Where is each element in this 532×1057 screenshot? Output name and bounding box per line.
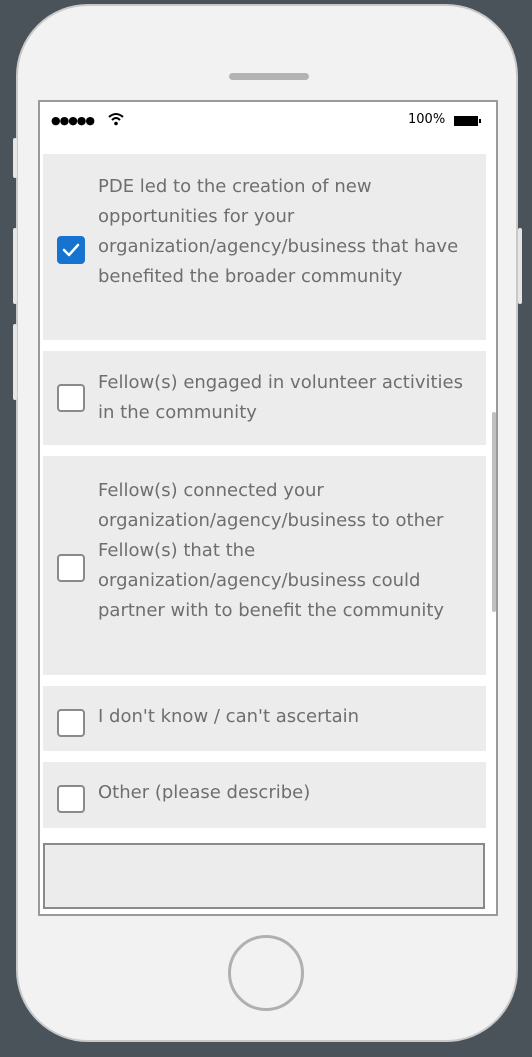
phone-screen: ●●●●● 100% PDE led to the creation of ne… — [38, 100, 498, 916]
wifi-icon — [108, 113, 124, 126]
option-dont-know[interactable]: I don't know / can't ascertain — [43, 686, 486, 751]
option-label: Other (please describe) — [98, 782, 311, 803]
option-label: Fellow(s) connected your organization/ag… — [98, 480, 445, 621]
power-button — [518, 228, 522, 304]
scrollbar-thumb[interactable] — [492, 412, 496, 612]
checkbox-checked[interactable] — [57, 236, 85, 264]
checkmark-icon — [62, 243, 80, 257]
speaker-grille — [229, 73, 309, 80]
signal-strength-icon: ●●●●● — [51, 114, 95, 127]
battery-percent: 100% — [408, 112, 446, 127]
other-description-input[interactable] — [43, 843, 485, 909]
option-new-opportunities[interactable]: PDE led to the creation of new opportuni… — [43, 154, 486, 340]
checkbox-unchecked[interactable] — [57, 709, 85, 737]
option-other[interactable]: Other (please describe) — [43, 762, 486, 828]
checkbox-unchecked[interactable] — [57, 785, 85, 813]
option-volunteer[interactable]: Fellow(s) engaged in volunteer activitie… — [43, 351, 486, 445]
checkbox-unchecked[interactable] — [57, 554, 85, 582]
volume-up-button — [13, 228, 17, 304]
phone-frame: ●●●●● 100% PDE led to the creation of ne… — [13, 4, 522, 1042]
option-label: I don't know / can't ascertain — [98, 706, 360, 727]
home-button[interactable] — [228, 935, 304, 1011]
battery-icon — [454, 116, 481, 126]
volume-down-button — [13, 324, 17, 400]
option-label: PDE led to the creation of new opportuni… — [98, 176, 459, 287]
mute-switch — [13, 138, 17, 178]
option-connected-fellows[interactable]: Fellow(s) connected your organization/ag… — [43, 456, 486, 675]
status-bar: ●●●●● 100% — [40, 102, 496, 142]
option-label: Fellow(s) engaged in volunteer activitie… — [98, 372, 464, 423]
options-list: PDE led to the creation of new opportuni… — [43, 154, 486, 839]
checkbox-unchecked[interactable] — [57, 384, 85, 412]
